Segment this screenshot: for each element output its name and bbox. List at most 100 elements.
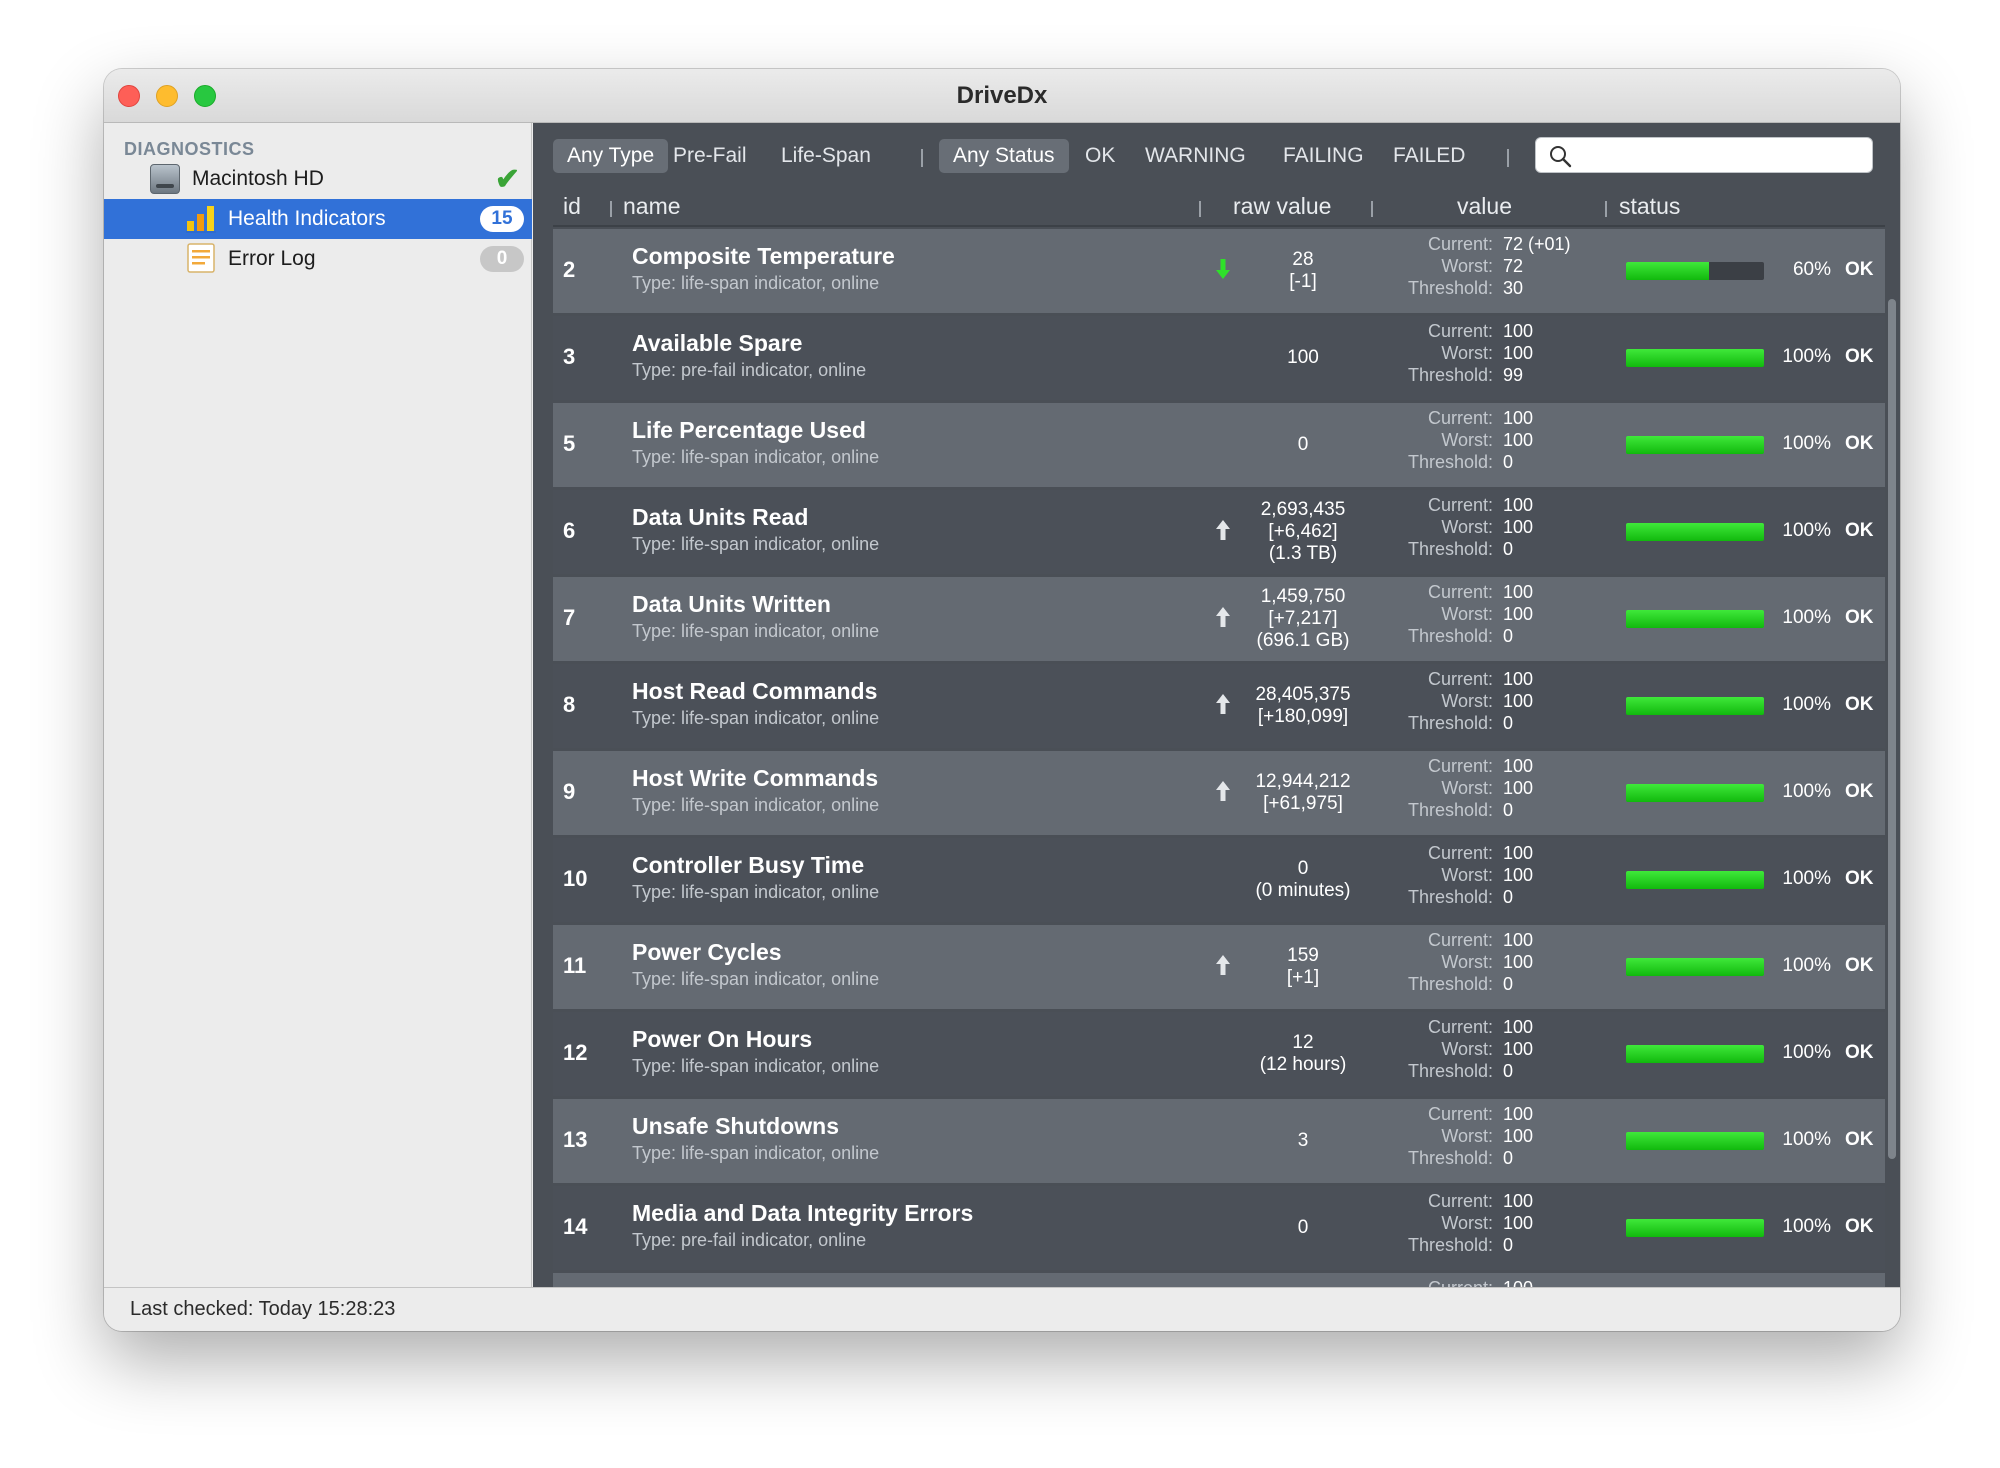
- column-header-name[interactable]: name: [623, 193, 681, 220]
- bar-chart-icon: [186, 206, 216, 233]
- filter-failing[interactable]: FAILING: [1269, 139, 1378, 173]
- value-numbers: 100 100 0: [1503, 407, 1533, 473]
- table-row[interactable]: 5 Life Percentage Used Type: life-span ind…: [553, 403, 1885, 487]
- filter-warning[interactable]: WARNING: [1131, 139, 1260, 173]
- column-header-raw-value[interactable]: raw value: [1233, 193, 1331, 220]
- filter-life-span[interactable]: Life-Span: [767, 139, 885, 173]
- health-progress-bar: [1626, 262, 1764, 280]
- filter-any-status[interactable]: Any Status: [939, 139, 1069, 173]
- sidebar-item-health-indicators[interactable]: Health Indicators 15: [104, 199, 532, 239]
- sidebar-item-macintosh-hd[interactable]: Macintosh HD ✔: [104, 159, 532, 199]
- health-percent: 100%: [1782, 520, 1831, 541]
- health-percent: 100%: [1782, 1042, 1831, 1063]
- column-header-id[interactable]: id: [563, 193, 581, 220]
- threshold-value: 0: [1503, 1235, 1514, 1255]
- count-badge: 0: [480, 246, 524, 272]
- table-row[interactable]: 10 Controller Busy Time Type: life-span in…: [553, 838, 1885, 922]
- status-text: OK: [1845, 694, 1874, 715]
- worst-value: 100: [1503, 1126, 1534, 1146]
- value-numbers: 100 100 0: [1503, 581, 1533, 647]
- trend-up-arrow-icon: [1216, 694, 1230, 714]
- worst-value: 100: [1503, 952, 1534, 972]
- table-row[interactable]: 11 Power Cycles Type: life-span indicator,…: [553, 925, 1885, 1009]
- health-progress-fill: [1626, 871, 1764, 889]
- table-row[interactable]: 6 Data Units Read Type: life-span indicato…: [553, 490, 1885, 574]
- health-progress-bar: [1626, 610, 1764, 628]
- worst-value: 100: [1503, 778, 1534, 798]
- vertical-scrollbar[interactable]: [1888, 299, 1896, 1159]
- health-percent: 60%: [1792, 259, 1831, 280]
- threshold-label: Threshold:: [1407, 1148, 1493, 1168]
- filter-separator: [1507, 149, 1509, 167]
- status-text: OK: [1845, 433, 1874, 454]
- trend-up-arrow-icon: [1216, 955, 1230, 975]
- worst-label: Worst:: [1441, 865, 1493, 885]
- threshold-value: 0: [1503, 1061, 1514, 1081]
- worst-label: Worst:: [1441, 1039, 1493, 1059]
- value-labels: Current:Worst:Threshold:: [1383, 1103, 1493, 1169]
- raw-value-line: [+7,217]: [1268, 608, 1338, 629]
- row-id: 7: [563, 605, 576, 630]
- row-id: 5: [563, 431, 576, 456]
- sidebar-item-label: Error Log: [228, 247, 316, 270]
- threshold-label: Threshold:: [1407, 539, 1493, 559]
- table-row[interactable]: 9 Host Write Commands Type: life-span indi…: [553, 751, 1885, 835]
- status-text: OK: [1845, 868, 1874, 889]
- table-row[interactable]: Current:Worst:Threshold: 100: [553, 1273, 1885, 1287]
- status-bar: Last checked: Today 15:28:23: [104, 1287, 1900, 1331]
- indicators-table: 2 Composite Temperature Type: life-span in…: [553, 229, 1885, 1287]
- minimize-window-button[interactable]: [156, 85, 178, 107]
- raw-value-line: 12: [1292, 1032, 1314, 1053]
- health-progress-fill: [1626, 262, 1709, 280]
- worst-label: Worst:: [1441, 256, 1493, 276]
- value-numbers: 100 100 0: [1503, 842, 1533, 908]
- search-input[interactable]: [1580, 140, 1860, 170]
- indicator-type: Type: life-span indicator, online: [632, 1143, 880, 1163]
- raw-value-line: 3: [1297, 1130, 1309, 1151]
- value-numbers: 100: [1503, 1277, 1533, 1287]
- close-window-button[interactable]: [118, 85, 140, 107]
- threshold-value: 0: [1503, 539, 1514, 559]
- app-window: DriveDx DIAGNOSTICS Macintosh HD ✔ Healt…: [104, 69, 1900, 1331]
- table-row[interactable]: 8 Host Read Commands Type: life-span indic…: [553, 664, 1885, 748]
- indicator-type: Type: life-span indicator, online: [632, 273, 880, 293]
- sidebar-item-error-log[interactable]: Error Log 0: [104, 239, 532, 279]
- filter-separator: [921, 149, 923, 167]
- filter-any-type[interactable]: Any Type: [553, 139, 669, 173]
- zoom-window-button[interactable]: [194, 85, 216, 107]
- filter-ok[interactable]: OK: [1071, 139, 1129, 173]
- search-field[interactable]: [1535, 137, 1873, 173]
- threshold-label: Threshold:: [1407, 365, 1493, 385]
- row-id: 8: [563, 692, 576, 717]
- column-header-status[interactable]: status: [1619, 193, 1680, 220]
- health-progress-fill: [1626, 958, 1764, 976]
- health-percent: 100%: [1782, 346, 1831, 367]
- filter-pre-fail[interactable]: Pre-Fail: [659, 139, 761, 173]
- table-row[interactable]: 13 Unsafe Shutdowns Type: life-span indica…: [553, 1099, 1885, 1183]
- table-row[interactable]: 7 Data Units Written Type: life-span indic…: [553, 577, 1885, 661]
- value-numbers: 100 100 0: [1503, 1103, 1533, 1169]
- column-header-value[interactable]: value: [1457, 193, 1512, 220]
- raw-value: 0: [1233, 403, 1373, 487]
- table-row[interactable]: 14 Media and Data Integrity Errors Type: p…: [553, 1186, 1885, 1270]
- health-progress-fill: [1626, 1132, 1764, 1150]
- value-labels: Current:Worst:Threshold:: [1383, 842, 1493, 908]
- indicator-type: Type: life-span indicator, online: [632, 969, 880, 989]
- health-progress-fill: [1626, 1045, 1764, 1063]
- value-numbers: 100 100 0: [1503, 494, 1533, 560]
- table-row[interactable]: 12 Power On Hours Type: life-span indicato…: [553, 1012, 1885, 1096]
- current-label: Current:: [1427, 843, 1493, 863]
- threshold-label: Threshold:: [1407, 278, 1493, 298]
- threshold-value: 0: [1503, 974, 1514, 994]
- raw-value: 0 (0 minutes): [1233, 838, 1373, 922]
- current-value: 100: [1503, 1191, 1534, 1211]
- status-text: OK: [1845, 1129, 1874, 1150]
- table-row[interactable]: 2 Composite Temperature Type: life-span in…: [553, 229, 1885, 313]
- worst-value: 72: [1503, 256, 1524, 276]
- table-row[interactable]: 3 Available Spare Type: pre-fail indicator…: [553, 316, 1885, 400]
- worst-label: Worst:: [1441, 1126, 1493, 1146]
- raw-value-line: 100: [1287, 347, 1319, 368]
- row-id: 9: [563, 779, 576, 804]
- value-numbers: 72 (+01) 72 30: [1503, 233, 1571, 299]
- filter-failed[interactable]: FAILED: [1379, 139, 1479, 173]
